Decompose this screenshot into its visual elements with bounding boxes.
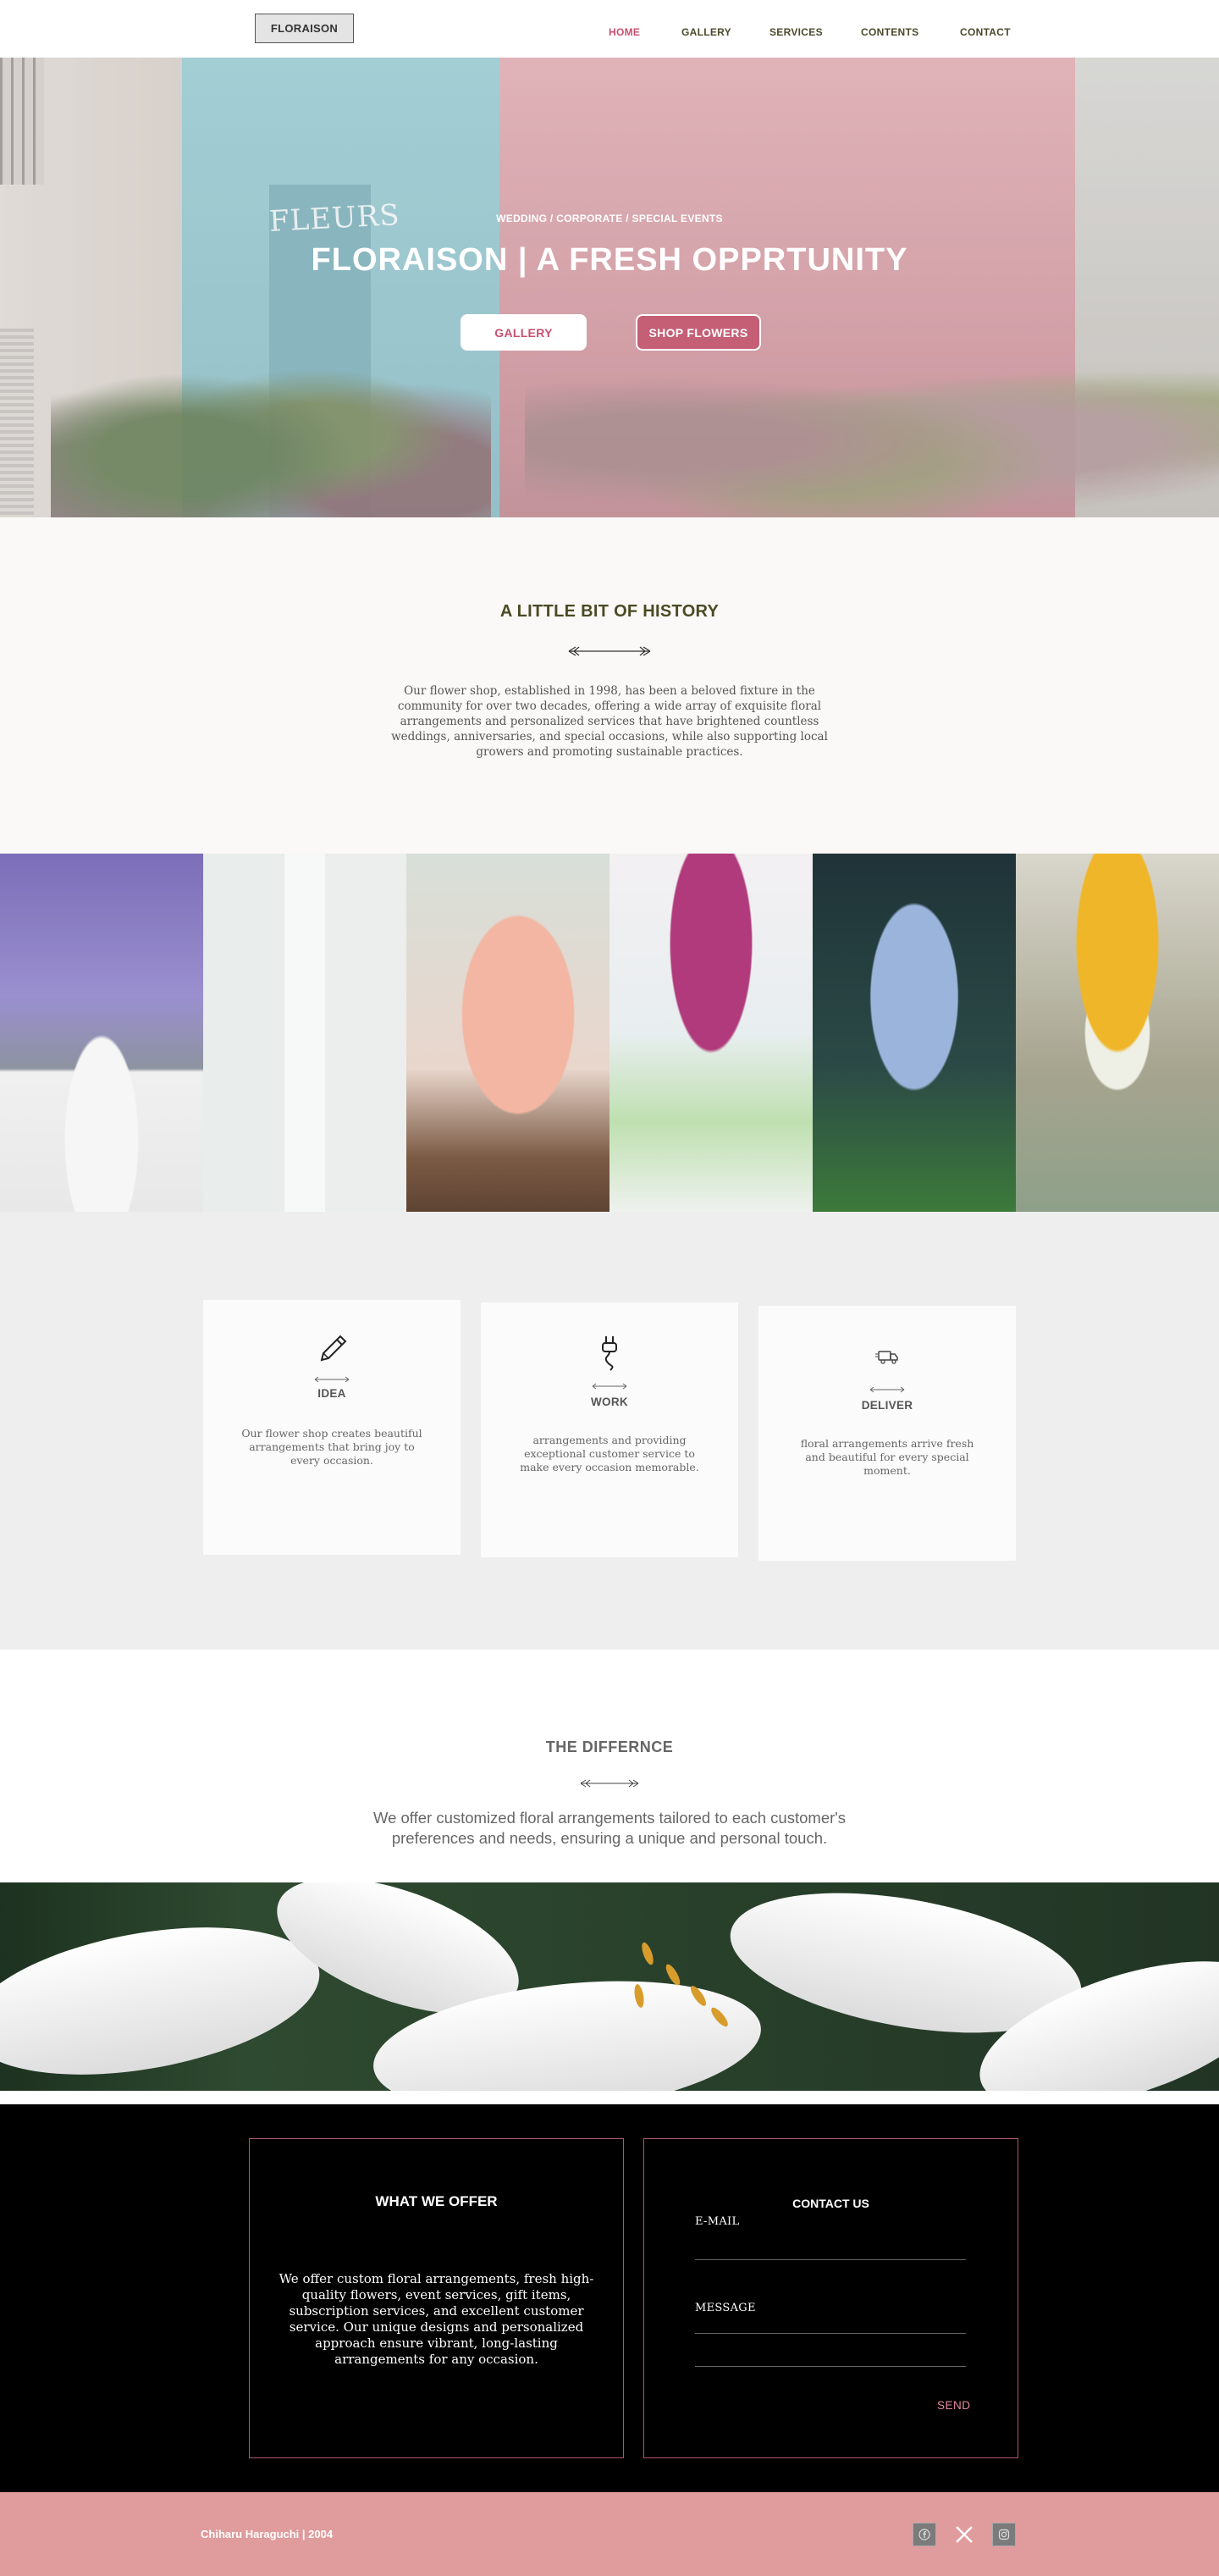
footer: Chiharu Haraguchi | 2004	[0, 2492, 1219, 2576]
sunflowers-image[interactable]	[1016, 854, 1219, 1212]
instagram-icon[interactable]	[992, 2523, 1016, 2546]
offer-title: WHAT WE OFFER	[375, 2193, 498, 2209]
history-title: A LITTLE BIT OF HISTORY	[499, 602, 720, 621]
small-divider-icon	[314, 1376, 350, 1383]
nav-gallery[interactable]: GALLERY	[681, 26, 731, 38]
difference-title: THE DIFFERNCE	[545, 1739, 674, 1755]
pencil-icon	[320, 1335, 347, 1362]
logo[interactable]: FLORAISON	[255, 14, 354, 43]
calla-lily-image[interactable]	[203, 854, 406, 1212]
shop-flowers-button[interactable]: SHOP FLOWERS	[636, 314, 761, 351]
small-divider-icon	[869, 1386, 905, 1393]
nav-services[interactable]: SERVICES	[769, 26, 823, 38]
send-button[interactable]: SEND	[937, 2399, 971, 2412]
message-label: MESSAGE	[695, 2302, 756, 2314]
what-we-offer-box: WHAT WE OFFER We offer custom floral arr…	[249, 2138, 624, 2458]
offer-text: We offer custom floral arrangements, fre…	[279, 2271, 594, 2367]
offer-contact-section: WHAT WE OFFER We offer custom floral arr…	[0, 2104, 1219, 2492]
small-divider-icon	[592, 1383, 627, 1390]
gallery-button[interactable]: GALLERY	[461, 314, 587, 351]
feature-title: DELIVER	[861, 1399, 913, 1412]
message-field[interactable]	[695, 2333, 966, 2334]
feature-text: Our flower shop creates beautiful arrang…	[241, 1427, 422, 1467]
hero-banner: FLEURS WEDDING / CORPORATE / SPECIAL EVE…	[0, 58, 1219, 517]
feature-text: arrangements and providing exceptional c…	[520, 1434, 699, 1473]
feature-card-idea: IDEA Our flower shop creates beautiful a…	[203, 1300, 461, 1555]
difference-section: THE DIFFERNCE We offer customized floral…	[0, 1650, 1219, 1882]
email-label: E-MAIL	[695, 2215, 740, 2228]
x-icon[interactable]	[952, 2523, 976, 2546]
flower-gallery-strip	[0, 854, 1219, 1212]
tulips-image[interactable]	[610, 854, 813, 1212]
nav-contact[interactable]: CONTACT	[960, 26, 1011, 38]
hero-tagline: WEDDING / CORPORATE / SPECIAL EVENTS	[496, 213, 723, 224]
feature-text: floral arrangements arrive fresh and bea…	[800, 1437, 974, 1477]
roses-image[interactable]	[406, 854, 610, 1212]
plug-icon	[602, 1336, 617, 1371]
lavender-image[interactable]	[0, 854, 203, 1212]
nav-contents[interactable]: CONTENTS	[861, 26, 918, 38]
arrow-divider-icon	[580, 1779, 639, 1788]
hero-title: FLORAISON | A FRESH OPPRTUNITY	[311, 242, 908, 278]
contact-form: CONTACT US E-MAIL MESSAGE SEND	[643, 2138, 1018, 2458]
lily-of-the-valley-image[interactable]	[813, 854, 1016, 1212]
arrow-divider-icon	[568, 646, 651, 656]
facebook-icon[interactable]	[913, 2523, 936, 2546]
lily-banner-image	[0, 1882, 1219, 2091]
feature-title: IDEA	[317, 1387, 346, 1400]
history-section: A LITTLE BIT OF HISTORY Our flower shop,…	[0, 517, 1219, 854]
feature-title: WORK	[591, 1396, 628, 1408]
feature-card-deliver: DELIVER floral arrangements arrive fresh…	[758, 1306, 1016, 1561]
message-field-line[interactable]	[695, 2366, 966, 2367]
truck-icon	[875, 1351, 898, 1364]
lily-stamen	[639, 1941, 656, 1966]
hero-overlay	[0, 58, 1219, 517]
feature-card-work: WORK arrangements and providing exceptio…	[481, 1302, 738, 1557]
email-field[interactable]	[695, 2259, 966, 2260]
lily-petal	[0, 1903, 331, 2091]
top-nav: FLORAISON HOME GALLERY SERVICES CONTENTS…	[0, 0, 1219, 58]
history-text: Our flower shop, established in 1998, ha…	[391, 684, 828, 759]
spacer	[0, 2091, 1219, 2104]
copyright: Chiharu Haraguchi | 2004	[201, 2528, 334, 2540]
difference-text: We offer customized floral arrangements …	[372, 1809, 847, 1847]
nav-home[interactable]: HOME	[609, 26, 640, 38]
features-section: IDEA Our flower shop creates beautiful a…	[0, 1212, 1219, 1650]
contact-title: CONTACT US	[792, 2197, 869, 2210]
